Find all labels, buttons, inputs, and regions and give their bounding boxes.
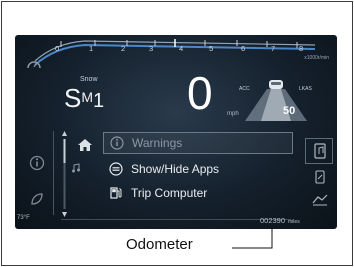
callout-label-odometer: Odometer [126,236,193,253]
callout-leader-line [232,226,273,249]
